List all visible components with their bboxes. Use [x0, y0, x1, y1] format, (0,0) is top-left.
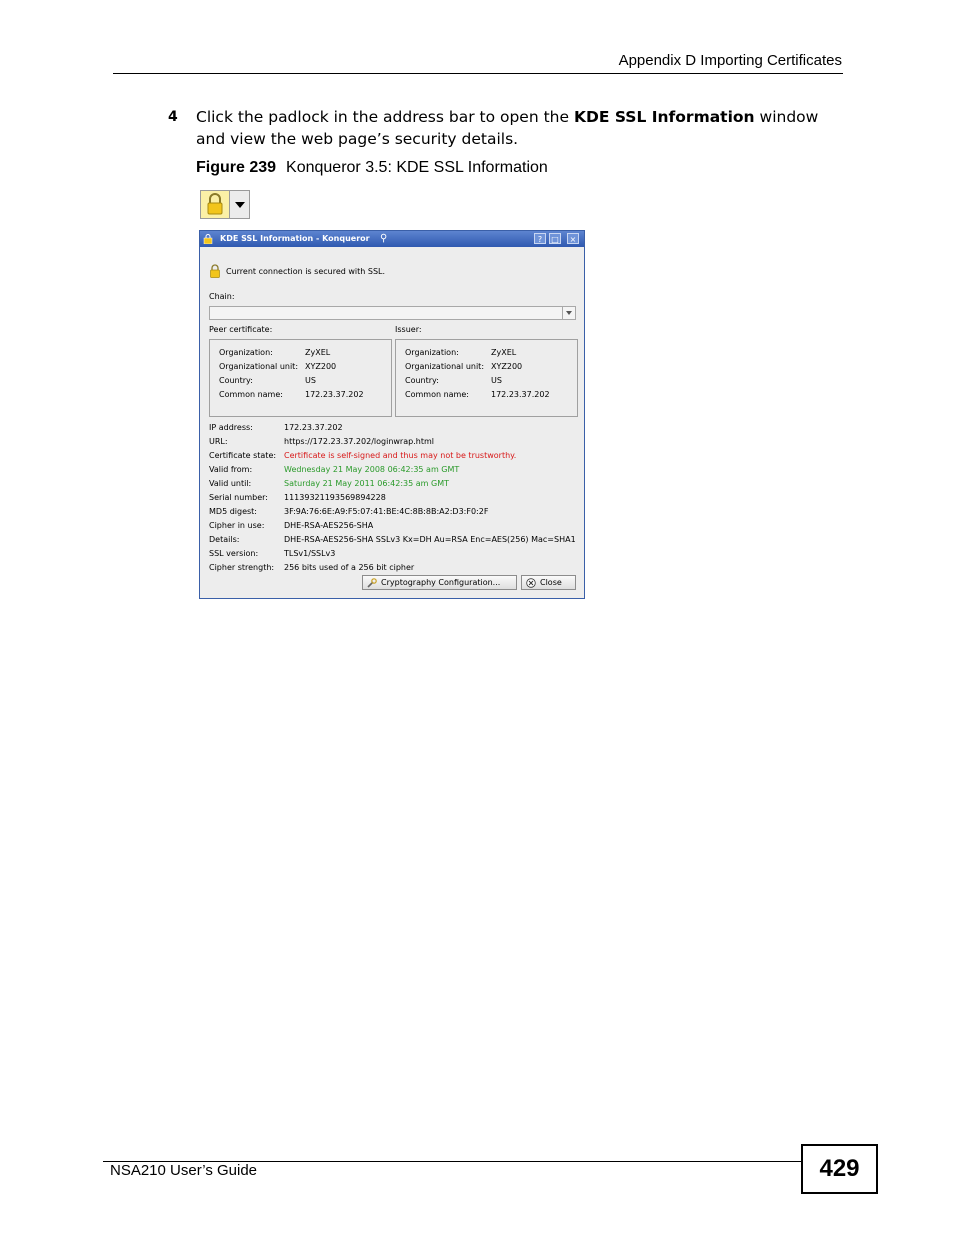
window-titlebar[interactable]: KDE SSL Information - Konqueror ⚲ ? □ ×: [200, 231, 584, 247]
detail-value: DHE-RSA-AES256-SHA SSLv3 Kx=DH Au=RSA En…: [284, 535, 576, 544]
detail-key: Cipher in use:: [209, 521, 265, 530]
chain-label: Chain:: [209, 292, 235, 301]
ssl-info-window: KDE SSL Information - Konqueror ⚲ ? □ × …: [199, 230, 585, 599]
chevron-down-icon: [230, 191, 249, 218]
issuer-row-key: Organization:: [405, 348, 459, 357]
close-button-label: Close: [540, 578, 562, 587]
detail-key: Cipher strength:: [209, 563, 275, 572]
close-window-button[interactable]: ×: [567, 233, 579, 244]
certificate-state-value: Certificate is self-signed and thus may …: [284, 451, 517, 460]
close-icon: [526, 577, 536, 588]
pin-icon[interactable]: ⚲: [380, 233, 387, 244]
running-header: Appendix D Importing Certificates: [618, 52, 842, 69]
detail-key: Valid from:: [209, 465, 253, 474]
step-number: 4: [168, 109, 178, 125]
padlock-icon: [201, 191, 230, 218]
detail-key: Details:: [209, 535, 240, 544]
guide-title: NSA210 User’s Guide: [110, 1162, 258, 1179]
peer-row-key: Organization:: [219, 348, 273, 357]
lock-icon: [210, 264, 220, 278]
issuer-row-value: US: [491, 376, 502, 385]
peer-row-key: Country:: [219, 376, 253, 385]
step-text: Click the padlock in the address bar to …: [196, 106, 841, 150]
detail-value: https://172.23.37.202/loginwrap.html: [284, 437, 434, 446]
detail-value: TLSv1/SSLv3: [284, 549, 336, 558]
detail-key: URL:: [209, 437, 228, 446]
peer-row-key: Organizational unit:: [219, 362, 299, 371]
header-rule: [113, 73, 843, 74]
issuer-row-value: ZyXEL: [491, 348, 517, 357]
valid-from-value: Wednesday 21 May 2008 06:42:35 am GMT: [284, 465, 460, 474]
close-button[interactable]: Close: [521, 575, 576, 590]
peer-row-value: ZyXEL: [305, 348, 331, 357]
detail-value: 256 bits used of a 256 bit cipher: [284, 563, 415, 572]
detail-key: MD5 digest:: [209, 507, 257, 516]
step-text-before: Click the padlock in the address bar to …: [196, 108, 574, 126]
cryptography-button-label: Cryptography Configuration...: [381, 578, 501, 587]
detail-key: SSL version:: [209, 549, 259, 558]
issuer-row-key: Country:: [405, 376, 439, 385]
issuer-row-key: Common name:: [405, 390, 469, 399]
figure-number: Figure 239: [196, 159, 277, 176]
detail-value: 3F:9A:76:6E:A9:F5:07:41:BE:4C:8B:8B:A2:D…: [284, 507, 489, 516]
chain-select[interactable]: [209, 306, 576, 320]
padlock-button[interactable]: [200, 190, 250, 219]
peer-row-value: US: [305, 376, 316, 385]
secured-text: Current connection is secured with SSL.: [226, 266, 386, 276]
peer-row-value: 172.23.37.202: [305, 390, 364, 399]
page-number: 429: [801, 1144, 878, 1194]
issuer-row-value: XYZ200: [491, 362, 523, 371]
help-button[interactable]: ?: [534, 233, 546, 244]
detail-key: Certificate state:: [209, 451, 277, 460]
detail-value: DHE-RSA-AES256-SHA: [284, 521, 374, 530]
detail-key: IP address:: [209, 423, 253, 432]
step-text-bold: KDE SSL Information: [573, 108, 755, 126]
chevron-down-icon: [562, 307, 575, 319]
maximize-button[interactable]: □: [549, 233, 561, 244]
wrench-icon: [367, 577, 377, 588]
window-title: KDE SSL Information - Konqueror: [220, 234, 370, 243]
cryptography-configuration-button[interactable]: Cryptography Configuration...: [362, 575, 517, 590]
peer-row-key: Common name:: [219, 390, 283, 399]
secured-row: Current connection is secured with SSL.: [209, 264, 385, 278]
figure-caption: Figure 239 Konqueror 3.5: KDE SSL Informa…: [196, 159, 548, 177]
issuer-row-value: 172.23.37.202: [491, 390, 550, 399]
detail-key: Serial number:: [209, 493, 268, 502]
peer-certificate-box: Organization: ZyXEL Organizational unit:…: [209, 339, 392, 417]
peer-certificate-label: Peer certificate:: [209, 325, 273, 334]
valid-until-value: Saturday 21 May 2011 06:42:35 am GMT: [284, 479, 449, 488]
window-body: Current connection is secured with SSL. …: [200, 247, 584, 598]
detail-value: 172.23.37.202: [284, 423, 343, 432]
figure-title: Konqueror 3.5: KDE SSL Information: [286, 159, 548, 176]
issuer-row-key: Organizational unit:: [405, 362, 485, 371]
peer-row-value: XYZ200: [305, 362, 337, 371]
kde-lock-icon: [203, 234, 213, 244]
issuer-label: Issuer:: [395, 325, 422, 334]
issuer-certificate-box: Organization: ZyXEL Organizational unit:…: [395, 339, 578, 417]
detail-value: 11139321193569894228: [284, 493, 386, 502]
detail-key: Valid until:: [209, 479, 252, 488]
